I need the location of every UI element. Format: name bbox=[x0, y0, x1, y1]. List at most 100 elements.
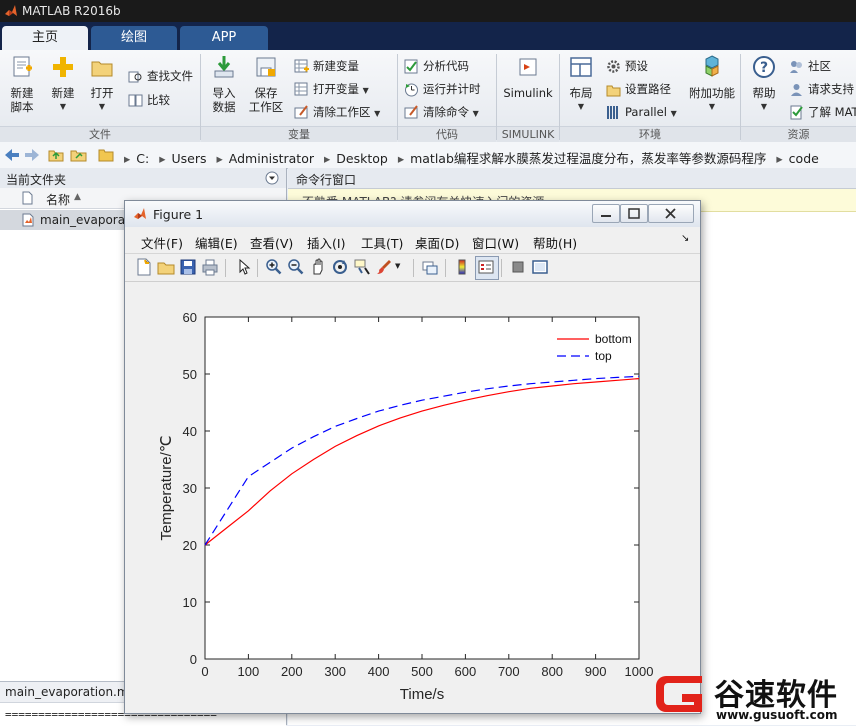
layout-button[interactable]: 布局 ▼ bbox=[563, 54, 599, 114]
learn-matlab-button[interactable]: 了解 MAT bbox=[789, 102, 856, 122]
pointer-icon[interactable] bbox=[235, 258, 253, 276]
legend-icon[interactable] bbox=[477, 258, 495, 276]
watermark: 谷速软件 www.gusuoft.com bbox=[652, 662, 856, 725]
up-folder-icon[interactable] bbox=[48, 147, 64, 162]
request-support-label: 请求支持 bbox=[808, 82, 854, 96]
group-label-code: 代码 bbox=[398, 126, 496, 142]
new-button[interactable]: 新建 ▼ bbox=[44, 54, 82, 114]
clear-workspace-label: 清除工作区 bbox=[313, 105, 371, 119]
breadcrumb[interactable]: ▸ C: ▸ Users ▸ Administrator ▸ Desktop ▸ matl… bbox=[118, 148, 819, 167]
menu-file[interactable]: 文件(F) bbox=[141, 233, 183, 252]
x-tick-label: 1000 bbox=[625, 664, 654, 679]
current-folder-title: 当前文件夹 bbox=[6, 173, 67, 187]
compare-button[interactable]: 比较 bbox=[128, 90, 170, 110]
colorbar-icon[interactable] bbox=[453, 258, 471, 276]
maximize-icon bbox=[628, 208, 640, 219]
axes-box[interactable] bbox=[204, 316, 640, 660]
breadcrumb-item[interactable]: code bbox=[789, 151, 819, 166]
data-cursor-icon[interactable] bbox=[353, 258, 371, 276]
ribbon: 新建 脚本 新建 ▼ 打开 ▼ 查找文件 比较 文件 导入 数据 保存 工作区 … bbox=[0, 50, 856, 143]
find-files-icon bbox=[128, 71, 142, 83]
new-variable-icon bbox=[294, 59, 309, 73]
menu-insert[interactable]: 插入(I) bbox=[307, 233, 345, 252]
open-icon[interactable] bbox=[157, 258, 175, 276]
help-button[interactable]: ? 帮助 ▼ bbox=[744, 54, 784, 114]
save-icon[interactable] bbox=[179, 258, 197, 276]
hide-plot-tools-icon[interactable] bbox=[509, 258, 527, 276]
menu-dock-arrow-icon[interactable]: ↘ bbox=[681, 233, 689, 244]
panel-menu-icon[interactable] bbox=[265, 171, 279, 185]
menu-view[interactable]: 查看(V) bbox=[250, 233, 293, 252]
rotate-icon[interactable] bbox=[331, 258, 349, 276]
plot-canvas[interactable]: 0 100 200 300 400 500 600 700 800 900 1000 0 10 20 30 4… bbox=[125, 282, 700, 712]
browse-folder-icon[interactable] bbox=[70, 147, 88, 162]
save-workspace-icon bbox=[256, 57, 276, 77]
x-tick-label: 300 bbox=[324, 664, 346, 679]
find-files-button[interactable]: 查找文件 bbox=[128, 66, 193, 86]
run-and-time-button[interactable]: 运行并计时 bbox=[404, 79, 481, 99]
breadcrumb-item[interactable]: C: bbox=[136, 151, 149, 166]
analyze-code-button[interactable]: 分析代码 bbox=[404, 56, 469, 76]
breadcrumb-item[interactable]: Users bbox=[172, 151, 207, 166]
breadcrumb-sep: ▸ bbox=[159, 151, 166, 166]
import-data-button[interactable]: 导入 数据 bbox=[204, 54, 244, 114]
preferences-button[interactable]: 预设 bbox=[606, 56, 648, 76]
brush-dropdown-icon[interactable]: ▼ bbox=[395, 262, 400, 270]
clear-workspace-icon bbox=[294, 105, 308, 119]
brush-icon[interactable] bbox=[375, 258, 393, 276]
tab-apps[interactable]: APP bbox=[180, 26, 268, 50]
open-variable-button[interactable]: 打开变量 ▼ bbox=[294, 79, 369, 99]
new-script-button[interactable]: 新建 脚本 bbox=[2, 54, 42, 114]
show-plot-tools-icon[interactable] bbox=[531, 258, 549, 276]
figure-title: Figure 1 bbox=[153, 207, 204, 222]
menu-help[interactable]: 帮助(H) bbox=[533, 233, 577, 252]
breadcrumb-sep: ▸ bbox=[323, 151, 331, 166]
save-workspace-button[interactable]: 保存 工作区 bbox=[246, 54, 286, 114]
menu-desktop[interactable]: 桌面(D) bbox=[415, 233, 459, 252]
clear-workspace-dropdown-icon: ▼ bbox=[374, 109, 381, 118]
help-label: 帮助 bbox=[752, 86, 776, 100]
new-script-label-1: 新建 bbox=[10, 86, 34, 100]
parallel-button[interactable]: Parallel ▼ bbox=[606, 102, 677, 122]
pan-icon[interactable] bbox=[309, 258, 327, 276]
save-workspace-label-2: 工作区 bbox=[248, 100, 284, 114]
compare-icon bbox=[128, 94, 143, 107]
open-button[interactable]: 打开 ▼ bbox=[84, 54, 120, 114]
breadcrumb-item[interactable]: matlab编程求解水膜蒸发过程温度分布，蒸发率等参数源码程序 bbox=[410, 151, 766, 166]
support-icon bbox=[791, 84, 802, 96]
close-button[interactable] bbox=[648, 204, 694, 223]
clear-workspace-button[interactable]: 清除工作区 ▼ bbox=[294, 102, 380, 122]
menu-edit[interactable]: 编辑(E) bbox=[195, 233, 238, 252]
link-icon[interactable] bbox=[421, 258, 439, 276]
new-label: 新建 bbox=[51, 86, 75, 100]
learn-matlab-label: 了解 MAT bbox=[808, 105, 856, 119]
set-path-button[interactable]: 设置路径 bbox=[606, 79, 671, 99]
minimize-button[interactable] bbox=[592, 204, 620, 223]
zoom-out-icon[interactable] bbox=[287, 258, 305, 276]
print-icon[interactable] bbox=[201, 258, 219, 276]
menu-tools[interactable]: 工具(T) bbox=[361, 233, 403, 252]
run-and-time-label: 运行并计时 bbox=[423, 82, 481, 96]
back-arrow-icon[interactable] bbox=[4, 148, 20, 162]
request-support-button[interactable]: 请求支持 bbox=[789, 79, 854, 99]
tab-plots[interactable]: 绘图 bbox=[91, 26, 177, 50]
simulink-button[interactable]: Simulink bbox=[500, 54, 556, 100]
breadcrumb-item[interactable]: Administrator bbox=[229, 151, 314, 166]
set-path-label: 设置路径 bbox=[625, 82, 671, 96]
parallel-icon bbox=[607, 106, 618, 119]
forward-arrow-icon[interactable] bbox=[24, 148, 40, 162]
community-button[interactable]: 社区 bbox=[789, 56, 831, 76]
group-label-simulink: SIMULINK bbox=[497, 126, 559, 142]
addons-button[interactable]: 附加功能 ▼ bbox=[686, 54, 738, 114]
new-variable-button[interactable]: 新建变量 bbox=[294, 56, 359, 76]
community-icon bbox=[790, 61, 802, 73]
y-tick-label: 50 bbox=[183, 367, 197, 382]
maximize-button[interactable] bbox=[620, 204, 648, 223]
new-figure-icon[interactable] bbox=[135, 258, 153, 276]
tab-home[interactable]: 主页 bbox=[2, 26, 88, 50]
breadcrumb-item[interactable]: Desktop bbox=[336, 151, 388, 166]
menu-window[interactable]: 窗口(W) bbox=[472, 233, 519, 252]
clear-commands-button[interactable]: 清除命令 ▼ bbox=[404, 102, 479, 122]
zoom-in-icon[interactable] bbox=[265, 258, 283, 276]
command-window-header: 命令行窗口 bbox=[288, 168, 856, 189]
